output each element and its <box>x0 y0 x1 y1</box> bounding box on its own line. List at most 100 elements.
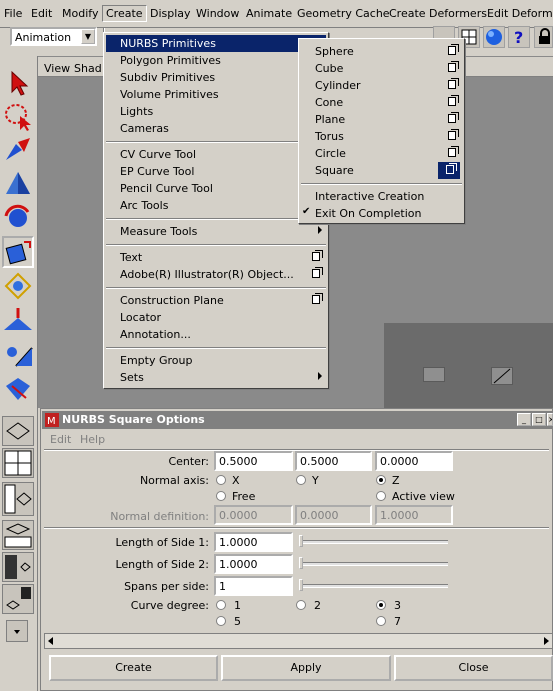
menu-item-construction-plane[interactable]: Construction Plane <box>106 292 326 309</box>
spans-slider[interactable] <box>300 584 448 588</box>
move-tool-icon[interactable] <box>2 168 34 200</box>
normal-axis-x-radio[interactable] <box>216 475 226 485</box>
dialog-titlebar[interactable]: M NURBS Square Options <box>42 411 553 429</box>
menu-item-volume-primitives[interactable]: Volume Primitives <box>106 86 326 103</box>
dialog-menu-edit[interactable]: Edit <box>50 433 71 446</box>
select-tool-icon[interactable] <box>2 66 34 98</box>
submenu-item-exit-on-completion[interactable]: ✔ Exit On Completion <box>301 205 462 222</box>
persp-outliner-icon[interactable] <box>2 584 34 614</box>
maximize-icon[interactable]: □ <box>532 413 546 426</box>
submenu-item-cube[interactable]: Cube <box>301 60 462 77</box>
rotate-tool-icon[interactable] <box>2 202 34 234</box>
menu-create-deformers[interactable]: Create Deformers <box>389 7 487 20</box>
menu-item-locator[interactable]: Locator <box>106 309 326 326</box>
length2-field[interactable]: 1.0000 <box>214 554 293 574</box>
apply-button[interactable]: Apply <box>221 655 391 681</box>
menu-item-subdiv-primitives[interactable]: Subdiv Primitives <box>106 69 326 86</box>
viewport-menu-view[interactable]: View <box>44 62 70 75</box>
paint-select-icon[interactable] <box>2 134 34 166</box>
horizontal-scrollbar[interactable] <box>44 633 553 649</box>
option-box-icon[interactable] <box>448 112 459 123</box>
menu-item-pencil-curve-tool[interactable]: Pencil Curve Tool <box>106 180 326 197</box>
submenu-item-cone[interactable]: Cone <box>301 94 462 111</box>
length2-slider-thumb[interactable] <box>299 557 303 569</box>
close-icon[interactable]: × <box>547 413 553 426</box>
mode-dropdown[interactable]: Animation ▼ <box>10 27 97 46</box>
length2-slider[interactable] <box>300 562 448 566</box>
curve-degree-1-radio[interactable] <box>216 600 226 610</box>
option-box-highlight[interactable] <box>438 162 460 179</box>
submenu-item-plane[interactable]: Plane <box>301 111 462 128</box>
last-tool-icon[interactable] <box>2 372 34 404</box>
option-box-icon[interactable] <box>446 163 457 174</box>
center-y-field[interactable]: 0.5000 <box>295 451 372 471</box>
menu-item-annotation[interactable]: Annotation... <box>106 326 326 343</box>
option-box-icon[interactable] <box>448 78 459 89</box>
close-button[interactable]: Close <box>394 655 553 681</box>
submenu-item-circle[interactable]: Circle <box>301 145 462 162</box>
menu-file[interactable]: File <box>4 7 22 20</box>
curve-degree-7-radio[interactable] <box>376 616 386 626</box>
menu-item-arc-tools[interactable]: Arc Tools <box>106 197 326 214</box>
outliner-persp-icon[interactable] <box>2 482 34 516</box>
single-pane-icon[interactable] <box>2 416 34 446</box>
normal-axis-free-radio[interactable] <box>216 491 226 501</box>
menu-animate[interactable]: Animate <box>246 7 292 20</box>
menu-item-ep-curve-tool[interactable]: EP Curve Tool <box>106 163 326 180</box>
menu-item-empty-group[interactable]: Empty Group <box>106 352 326 369</box>
menu-item-polygon-primitives[interactable]: Polygon Primitives <box>106 52 326 69</box>
center-z-field[interactable]: 0.0000 <box>375 451 453 471</box>
viewport-menu-shading[interactable]: Shad <box>74 62 102 75</box>
menu-item-text[interactable]: Text <box>106 249 326 266</box>
render-sphere-icon[interactable] <box>483 26 505 48</box>
menu-item-sets[interactable]: Sets <box>106 369 326 386</box>
normal-axis-y-radio[interactable] <box>296 475 306 485</box>
menu-item-lights[interactable]: Lights <box>106 103 326 120</box>
menu-item-cameras[interactable]: Cameras <box>106 120 326 137</box>
option-box-icon[interactable] <box>312 267 323 278</box>
curve-degree-3-radio[interactable] <box>376 600 386 610</box>
menu-item-cv-curve-tool[interactable]: CV Curve Tool <box>106 146 326 163</box>
option-box-icon[interactable] <box>448 95 459 106</box>
option-box-icon[interactable] <box>312 250 323 261</box>
menu-modify[interactable]: Modify <box>62 7 98 20</box>
minimize-icon[interactable]: _ <box>517 413 531 426</box>
option-box-icon[interactable] <box>448 44 459 55</box>
submenu-item-torus[interactable]: Torus <box>301 128 462 145</box>
spans-slider-thumb[interactable] <box>299 579 303 591</box>
chevron-down-icon[interactable] <box>6 620 28 642</box>
scroll-left-icon[interactable] <box>47 637 55 645</box>
menu-edit-deformer[interactable]: Edit Deformer <box>487 7 553 20</box>
four-pane-icon[interactable] <box>2 448 34 478</box>
center-x-field[interactable]: 0.5000 <box>214 451 293 471</box>
menu-window[interactable]: Window <box>196 7 239 20</box>
menu-display[interactable]: Display <box>150 7 191 20</box>
universal-manip-icon[interactable] <box>2 270 34 302</box>
menu-item-illustrator-object[interactable]: Adobe(R) Illustrator(R) Object... <box>106 266 326 283</box>
option-box-icon[interactable] <box>448 61 459 72</box>
menu-geometry-cache[interactable]: Geometry Cache <box>297 7 390 20</box>
option-box-icon[interactable] <box>448 146 459 157</box>
menu-item-measure-tools[interactable]: Measure Tools <box>106 223 326 240</box>
hypershade-icon[interactable] <box>2 552 34 582</box>
lasso-tool-icon[interactable] <box>2 100 34 132</box>
lock-icon[interactable] <box>534 26 553 48</box>
normal-axis-z-radio[interactable] <box>376 475 386 485</box>
menu-item-nurbs-primitives[interactable]: NURBS Primitives <box>106 35 326 52</box>
submenu-item-cylinder[interactable]: Cylinder <box>301 77 462 94</box>
length1-slider[interactable] <box>300 540 448 544</box>
help-icon[interactable]: ? <box>508 26 530 48</box>
soft-mod-icon[interactable] <box>2 304 34 336</box>
normal-axis-active-view-radio[interactable] <box>376 491 386 501</box>
submenu-item-interactive-creation[interactable]: Interactive Creation <box>301 188 462 205</box>
menu-create[interactable]: Create <box>102 5 147 22</box>
option-box-icon[interactable] <box>448 129 459 140</box>
submenu-item-sphere[interactable]: Sphere <box>301 43 462 60</box>
curve-degree-2-radio[interactable] <box>296 600 306 610</box>
spans-field[interactable]: 1 <box>214 576 293 596</box>
length1-slider-thumb[interactable] <box>299 535 303 547</box>
curve-degree-5-radio[interactable] <box>216 616 226 626</box>
scale-tool-icon[interactable] <box>2 236 34 268</box>
length1-field[interactable]: 1.0000 <box>214 532 293 552</box>
persp-graph-icon[interactable] <box>2 520 34 550</box>
